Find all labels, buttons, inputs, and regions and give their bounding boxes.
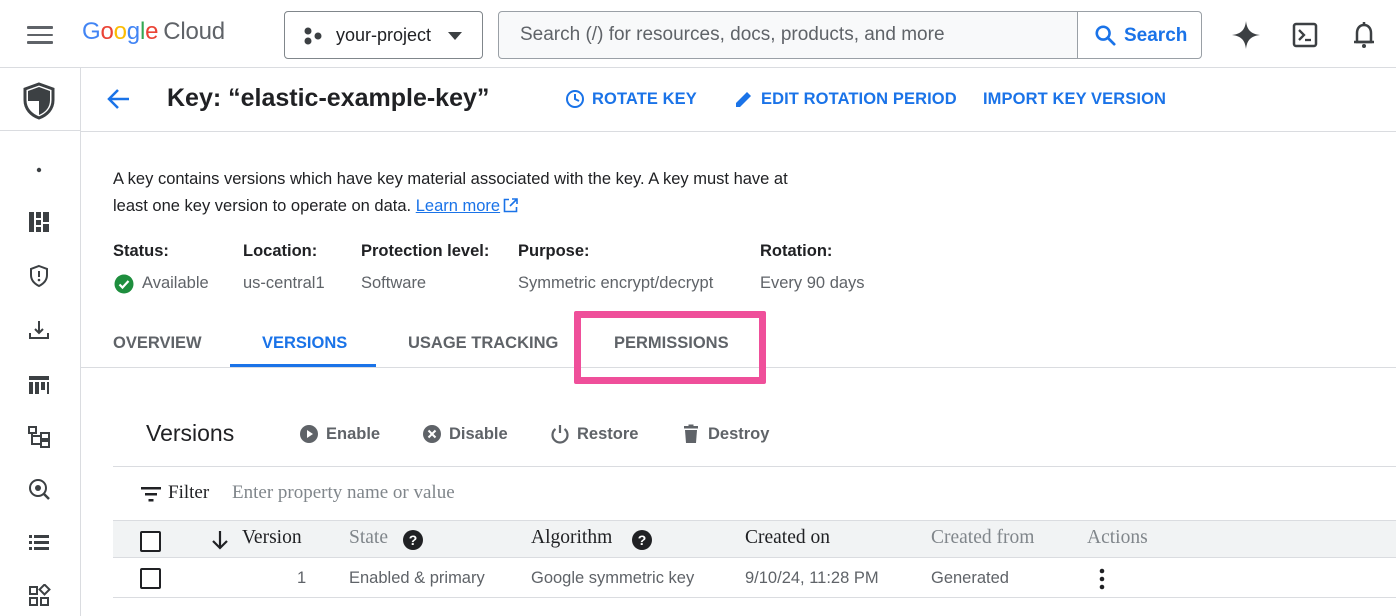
dashboard-icon[interactable] — [27, 210, 51, 234]
more-vert-icon[interactable] — [1094, 567, 1110, 591]
protection-level-label: Protection level: — [361, 242, 490, 260]
back-arrow-icon[interactable] — [106, 86, 132, 112]
power-icon — [551, 425, 569, 444]
cell-algorithm: Google symmetric key — [531, 569, 695, 587]
shield-icon[interactable] — [27, 264, 51, 288]
search-input[interactable] — [499, 12, 1077, 58]
clock-icon — [566, 90, 584, 108]
status-label: Status: — [113, 242, 169, 260]
purpose-label: Purpose: — [518, 242, 590, 260]
rotate-key-label: ROTATE KEY — [592, 90, 697, 108]
row-divider — [113, 597, 1396, 598]
check-circle-icon — [114, 274, 134, 294]
edit-rotation-period-label: EDIT ROTATION PERIOD — [761, 90, 957, 108]
row-checkbox[interactable] — [140, 568, 161, 589]
location-value: us-central1 — [243, 274, 325, 292]
play-icon — [300, 425, 318, 443]
column-header-actions: Actions — [1087, 527, 1148, 548]
restore-label: Restore — [577, 425, 639, 443]
top-app-bar: Google Cloud your-project Search — [0, 0, 1396, 68]
learn-more-link[interactable]: Learn more — [416, 197, 500, 215]
external-link-icon[interactable] — [503, 198, 518, 213]
tab-overview[interactable]: OVERVIEW — [113, 334, 202, 353]
cloud-shell-icon[interactable] — [1291, 20, 1321, 50]
page-title: Key: “elastic-example-key” — [167, 84, 490, 112]
versions-heading: Versions — [146, 420, 235, 446]
tab-versions[interactable]: VERSIONS — [262, 334, 347, 353]
search-button[interactable]: Search — [1077, 12, 1201, 58]
key-description: A key contains versions which have key m… — [113, 166, 793, 220]
security-shield-icon[interactable] — [22, 82, 56, 120]
permissions-tab-highlight — [574, 311, 766, 384]
svg-text:?: ? — [409, 532, 418, 548]
help-icon[interactable]: ? — [632, 530, 652, 550]
column-header-version[interactable]: Version — [242, 527, 302, 549]
chevron-down-icon — [448, 32, 462, 40]
cell-created-on: 9/10/24, 11:28 PM — [745, 569, 879, 587]
filter-input[interactable] — [226, 477, 826, 509]
disable-button[interactable]: Disable — [422, 423, 512, 445]
left-nav-rail — [0, 68, 81, 616]
analytics-icon[interactable] — [27, 372, 51, 396]
destroy-button[interactable]: Destroy — [681, 423, 773, 445]
gemini-spark-icon[interactable] — [1231, 20, 1261, 50]
project-name: your-project — [336, 25, 432, 45]
column-header-created-from[interactable]: Created from — [931, 527, 1034, 549]
list-icon[interactable] — [27, 530, 51, 554]
trash-icon — [684, 424, 698, 443]
enable-label: Enable — [326, 425, 381, 443]
column-header-created-on[interactable]: Created on — [745, 527, 830, 549]
restore-button[interactable]: Restore — [550, 423, 642, 445]
project-icon — [304, 27, 322, 45]
notifications-icon[interactable] — [1350, 20, 1380, 50]
toolbar-divider — [113, 466, 1396, 467]
location-label: Location: — [243, 242, 318, 260]
scan-icon[interactable] — [27, 477, 51, 501]
select-all-checkbox[interactable] — [140, 531, 161, 552]
hierarchy-icon[interactable] — [27, 424, 51, 448]
menu-icon[interactable] — [27, 26, 53, 44]
rotate-key-button[interactable]: ROTATE KEY — [565, 89, 697, 111]
rail-header — [0, 68, 80, 131]
destroy-label: Destroy — [708, 425, 770, 443]
dot-icon[interactable] — [27, 158, 51, 182]
cell-version: 1 — [297, 569, 307, 587]
purpose-value: Symmetric encrypt/decrypt — [518, 274, 714, 292]
search-bar: Search — [498, 11, 1202, 59]
edit-rotation-period-button[interactable]: EDIT ROTATION PERIOD — [734, 89, 957, 111]
enable-button[interactable]: Enable — [299, 423, 384, 445]
x-circle-icon — [423, 425, 441, 443]
cell-created-from: Generated — [931, 569, 1009, 587]
filter-icon[interactable] — [141, 486, 161, 502]
help-icon[interactable]: ? — [403, 530, 423, 550]
search-icon — [1095, 25, 1116, 46]
filter-label: Filter — [168, 482, 210, 503]
cell-state: Enabled & primary — [349, 569, 485, 587]
google-cloud-logo[interactable]: Google Cloud — [82, 18, 225, 46]
apps-icon[interactable] — [27, 583, 51, 608]
pencil-icon — [736, 92, 751, 107]
rotation-label: Rotation: — [760, 242, 833, 260]
import-key-version-button[interactable]: IMPORT KEY VERSION — [983, 89, 1167, 111]
column-header-state[interactable]: State — [349, 527, 388, 549]
page-header: Key: “elastic-example-key” ROTATE KEY ED… — [81, 68, 1396, 132]
sort-down-icon[interactable] — [211, 530, 229, 550]
download-icon[interactable] — [27, 318, 51, 342]
project-picker[interactable]: your-project — [284, 11, 483, 59]
protection-level-value: Software — [361, 274, 427, 292]
column-header-algorithm[interactable]: Algorithm — [531, 527, 612, 549]
disable-label: Disable — [449, 425, 508, 443]
status-value: Available — [142, 274, 209, 292]
import-key-version-label: IMPORT KEY VERSION — [983, 90, 1167, 108]
rotation-value: Every 90 days — [760, 274, 865, 292]
svg-text:?: ? — [638, 532, 647, 548]
tab-usage-tracking[interactable]: USAGE TRACKING — [408, 334, 558, 353]
search-button-label: Search — [1124, 25, 1188, 46]
